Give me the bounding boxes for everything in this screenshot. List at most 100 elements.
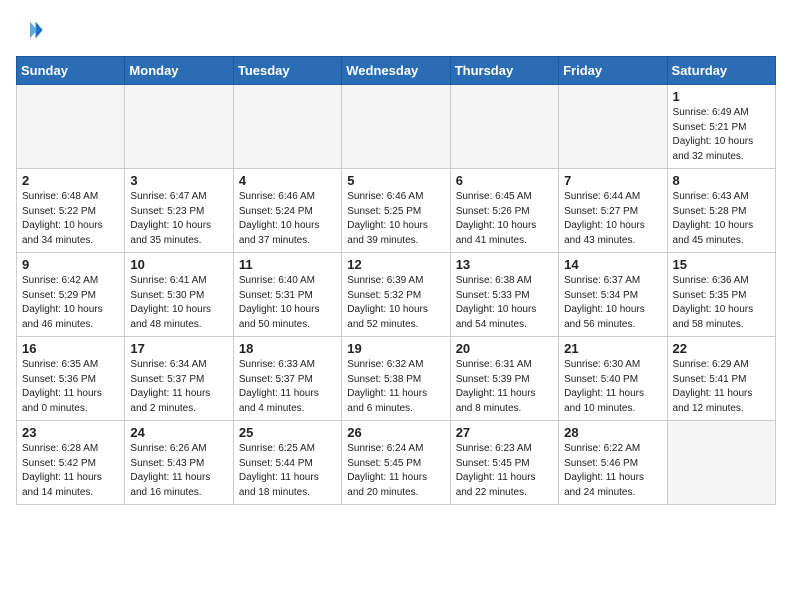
calendar-header-row: SundayMondayTuesdayWednesdayThursdayFrid… [17,57,776,85]
calendar-cell: 13 Sunrise: 6:38 AM Sunset: 5:33 PM Dayli… [450,253,558,337]
day-info: Sunrise: 6:25 AM Sunset: 5:44 PM Dayligh… [239,442,336,500]
day-info: Sunrise: 6:28 AM Sunset: 5:42 PM Dayligh… [22,442,119,500]
day-number: 21 [564,341,661,356]
day-number: 20 [456,341,553,356]
day-number: 1 [673,89,770,104]
calendar-cell: 12 Sunrise: 6:39 AM Sunset: 5:32 PM Dayli… [342,253,450,337]
day-info: Sunrise: 6:36 AM Sunset: 5:35 PM Dayligh… [673,274,770,332]
day-info: Sunrise: 6:43 AM Sunset: 5:28 PM Dayligh… [673,190,770,248]
day-number: 7 [564,173,661,188]
calendar-cell: 28 Sunrise: 6:22 AM Sunset: 5:46 PM Dayli… [559,421,667,505]
day-info: Sunrise: 6:48 AM Sunset: 5:22 PM Dayligh… [22,190,119,248]
calendar-cell: 3 Sunrise: 6:47 AM Sunset: 5:23 PM Daylig… [125,169,233,253]
calendar-cell: 26 Sunrise: 6:24 AM Sunset: 5:45 PM Dayli… [342,421,450,505]
day-number: 18 [239,341,336,356]
day-info: Sunrise: 6:46 AM Sunset: 5:25 PM Dayligh… [347,190,444,248]
calendar-cell: 6 Sunrise: 6:45 AM Sunset: 5:26 PM Daylig… [450,169,558,253]
logo [16,16,48,44]
day-info: Sunrise: 6:38 AM Sunset: 5:33 PM Dayligh… [456,274,553,332]
day-number: 22 [673,341,770,356]
calendar-cell [125,85,233,169]
day-info: Sunrise: 6:30 AM Sunset: 5:40 PM Dayligh… [564,358,661,416]
calendar-cell: 8 Sunrise: 6:43 AM Sunset: 5:28 PM Daylig… [667,169,775,253]
day-number: 13 [456,257,553,272]
calendar-cell: 10 Sunrise: 6:41 AM Sunset: 5:30 PM Dayli… [125,253,233,337]
calendar-cell: 1 Sunrise: 6:49 AM Sunset: 5:21 PM Daylig… [667,85,775,169]
day-number: 10 [130,257,227,272]
calendar-cell: 22 Sunrise: 6:29 AM Sunset: 5:41 PM Dayli… [667,337,775,421]
day-info: Sunrise: 6:26 AM Sunset: 5:43 PM Dayligh… [130,442,227,500]
calendar-cell [17,85,125,169]
logo-icon [16,16,44,44]
day-number: 14 [564,257,661,272]
day-info: Sunrise: 6:22 AM Sunset: 5:46 PM Dayligh… [564,442,661,500]
calendar-cell: 20 Sunrise: 6:31 AM Sunset: 5:39 PM Dayli… [450,337,558,421]
day-info: Sunrise: 6:29 AM Sunset: 5:41 PM Dayligh… [673,358,770,416]
day-info: Sunrise: 6:23 AM Sunset: 5:45 PM Dayligh… [456,442,553,500]
calendar-cell: 17 Sunrise: 6:34 AM Sunset: 5:37 PM Dayli… [125,337,233,421]
day-number: 27 [456,425,553,440]
day-number: 16 [22,341,119,356]
calendar-cell: 2 Sunrise: 6:48 AM Sunset: 5:22 PM Daylig… [17,169,125,253]
calendar-cell [342,85,450,169]
day-info: Sunrise: 6:39 AM Sunset: 5:32 PM Dayligh… [347,274,444,332]
day-number: 17 [130,341,227,356]
calendar-cell: 7 Sunrise: 6:44 AM Sunset: 5:27 PM Daylig… [559,169,667,253]
day-number: 4 [239,173,336,188]
day-number: 3 [130,173,227,188]
calendar-cell: 9 Sunrise: 6:42 AM Sunset: 5:29 PM Daylig… [17,253,125,337]
day-info: Sunrise: 6:46 AM Sunset: 5:24 PM Dayligh… [239,190,336,248]
calendar-cell [233,85,341,169]
day-number: 19 [347,341,444,356]
day-info: Sunrise: 6:41 AM Sunset: 5:30 PM Dayligh… [130,274,227,332]
day-info: Sunrise: 6:40 AM Sunset: 5:31 PM Dayligh… [239,274,336,332]
calendar-table: SundayMondayTuesdayWednesdayThursdayFrid… [16,56,776,505]
day-number: 9 [22,257,119,272]
day-info: Sunrise: 6:45 AM Sunset: 5:26 PM Dayligh… [456,190,553,248]
day-info: Sunrise: 6:31 AM Sunset: 5:39 PM Dayligh… [456,358,553,416]
calendar-cell: 15 Sunrise: 6:36 AM Sunset: 5:35 PM Dayli… [667,253,775,337]
calendar-cell: 4 Sunrise: 6:46 AM Sunset: 5:24 PM Daylig… [233,169,341,253]
col-header-thursday: Thursday [450,57,558,85]
calendar-cell: 19 Sunrise: 6:32 AM Sunset: 5:38 PM Dayli… [342,337,450,421]
day-number: 8 [673,173,770,188]
calendar-cell: 11 Sunrise: 6:40 AM Sunset: 5:31 PM Dayli… [233,253,341,337]
day-number: 11 [239,257,336,272]
col-header-wednesday: Wednesday [342,57,450,85]
day-number: 23 [22,425,119,440]
day-info: Sunrise: 6:49 AM Sunset: 5:21 PM Dayligh… [673,106,770,164]
day-number: 12 [347,257,444,272]
col-header-tuesday: Tuesday [233,57,341,85]
day-number: 6 [456,173,553,188]
calendar-cell: 23 Sunrise: 6:28 AM Sunset: 5:42 PM Dayli… [17,421,125,505]
calendar-cell: 27 Sunrise: 6:23 AM Sunset: 5:45 PM Dayli… [450,421,558,505]
week-row-4: 16 Sunrise: 6:35 AM Sunset: 5:36 PM Dayli… [17,337,776,421]
day-info: Sunrise: 6:24 AM Sunset: 5:45 PM Dayligh… [347,442,444,500]
day-info: Sunrise: 6:32 AM Sunset: 5:38 PM Dayligh… [347,358,444,416]
week-row-3: 9 Sunrise: 6:42 AM Sunset: 5:29 PM Daylig… [17,253,776,337]
calendar-cell [667,421,775,505]
day-number: 28 [564,425,661,440]
calendar-cell: 24Sunrise: 6:26 AM Sunset: 5:43 PM Dayli… [125,421,233,505]
calendar-cell: 16 Sunrise: 6:35 AM Sunset: 5:36 PM Dayli… [17,337,125,421]
calendar-cell [450,85,558,169]
calendar-cell [559,85,667,169]
col-header-sunday: Sunday [17,57,125,85]
day-info: Sunrise: 6:42 AM Sunset: 5:29 PM Dayligh… [22,274,119,332]
day-number: 25 [239,425,336,440]
day-info: Sunrise: 6:33 AM Sunset: 5:37 PM Dayligh… [239,358,336,416]
calendar-cell: 25 Sunrise: 6:25 AM Sunset: 5:44 PM Dayli… [233,421,341,505]
calendar-cell: 21 Sunrise: 6:30 AM Sunset: 5:40 PM Dayli… [559,337,667,421]
week-row-5: 23 Sunrise: 6:28 AM Sunset: 5:42 PM Dayli… [17,421,776,505]
day-info: Sunrise: 6:35 AM Sunset: 5:36 PM Dayligh… [22,358,119,416]
day-number: 2 [22,173,119,188]
day-number: 26 [347,425,444,440]
calendar-cell: 5Sunrise: 6:46 AM Sunset: 5:25 PM Daylig… [342,169,450,253]
day-info: Sunrise: 6:47 AM Sunset: 5:23 PM Dayligh… [130,190,227,248]
col-header-monday: Monday [125,57,233,85]
day-info: Sunrise: 6:34 AM Sunset: 5:37 PM Dayligh… [130,358,227,416]
calendar-cell: 14 Sunrise: 6:37 AM Sunset: 5:34 PM Dayli… [559,253,667,337]
day-info: Sunrise: 6:44 AM Sunset: 5:27 PM Dayligh… [564,190,661,248]
day-info: Sunrise: 6:37 AM Sunset: 5:34 PM Dayligh… [564,274,661,332]
day-number: 15 [673,257,770,272]
